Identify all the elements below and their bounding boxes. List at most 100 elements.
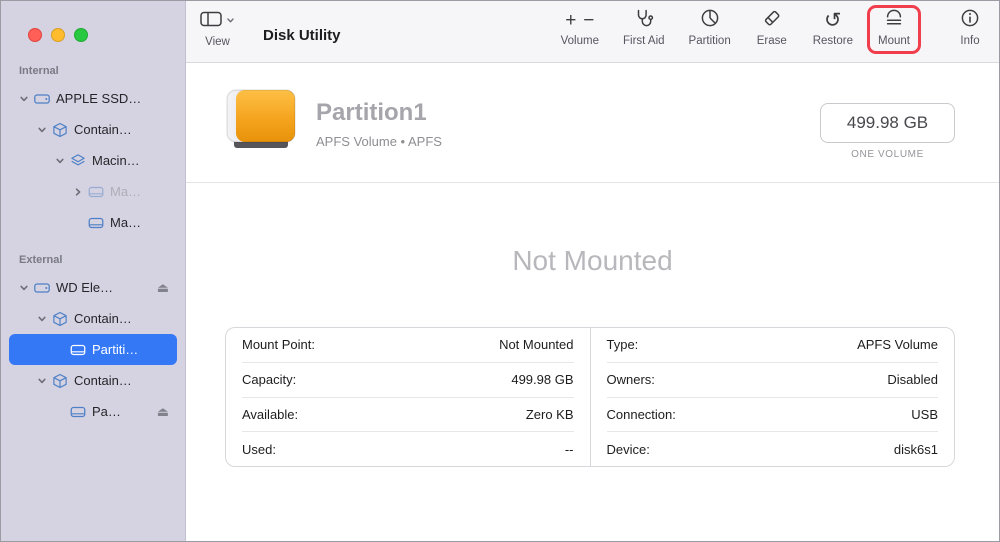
detail-row: Type: APFS Volume bbox=[606, 328, 938, 363]
volume-subtitle: APFS Volume • APFS bbox=[316, 134, 442, 149]
first-aid-button[interactable]: First Aid bbox=[623, 9, 665, 47]
sidebar-item-partition1[interactable]: Partiti… bbox=[9, 334, 177, 365]
detail-value: APFS Volume bbox=[857, 337, 938, 353]
volume-icon bbox=[69, 403, 87, 421]
toolbar-button-label: First Aid bbox=[622, 35, 665, 47]
main-content: Partition1 APFS Volume • APFS 499.98 GB … bbox=[186, 63, 999, 541]
details-column-left: Mount Point: Not Mounted Capacity: 499.9… bbox=[226, 328, 590, 466]
sidebar-item-label: APPLE SSD… bbox=[56, 91, 142, 106]
info-icon bbox=[960, 8, 980, 33]
detail-label: Type: bbox=[606, 337, 639, 353]
detail-value: disk6s1 bbox=[893, 441, 938, 457]
sidebar-item-label: Pa… bbox=[92, 404, 121, 419]
sidebar-item-label: WD Ele… bbox=[56, 280, 114, 295]
sidebar-item-label: Contain… bbox=[74, 373, 132, 388]
sidebar-item-label: Contain… bbox=[74, 311, 132, 326]
chevron-right-icon[interactable] bbox=[73, 187, 87, 197]
sidebar-item-label: Macin… bbox=[92, 153, 140, 168]
volume-header: Partition1 APFS Volume • APFS 499.98 GB … bbox=[186, 63, 999, 182]
toolbar-button-label: Mount bbox=[878, 35, 910, 47]
first-aid-icon bbox=[634, 8, 654, 33]
sidebar-item-apple-ssd[interactable]: APPLE SSD… bbox=[9, 83, 177, 114]
toolbar-button-label: Partition bbox=[688, 35, 731, 47]
chevron-down-icon[interactable] bbox=[37, 376, 51, 386]
minimize-window-button[interactable] bbox=[51, 28, 65, 42]
disk-utility-window: Internal APPLE SSD… Contain… Macin… Ma… bbox=[0, 0, 1000, 542]
capacity-widget: 499.98 GB ONE VOLUME bbox=[820, 103, 955, 160]
detail-label: Capacity: bbox=[242, 372, 297, 388]
sidebar-item-container-3[interactable]: Contain… bbox=[9, 365, 177, 396]
chevron-down-icon[interactable] bbox=[37, 125, 51, 135]
volume-title: Partition1 bbox=[316, 99, 427, 126]
partition-button[interactable]: Partition bbox=[689, 9, 731, 47]
capacity-caption: ONE VOLUME bbox=[851, 149, 924, 160]
eject-icon[interactable]: ⏏ bbox=[157, 280, 169, 296]
details-column-right: Type: APFS Volume Owners: Disabled Conne… bbox=[589, 328, 955, 466]
container-icon bbox=[51, 372, 69, 390]
detail-value: Not Mounted bbox=[499, 337, 574, 353]
sidebar-item-label: Ma… bbox=[110, 215, 142, 230]
window-title: Disk Utility bbox=[263, 27, 341, 44]
sidebar-section-internal: Internal bbox=[19, 65, 59, 77]
mount-button[interactable]: Mount bbox=[867, 5, 921, 54]
detail-value: -- bbox=[564, 441, 574, 457]
sidebar-toggle-icon bbox=[200, 11, 222, 32]
erase-icon bbox=[762, 8, 782, 33]
toolbar-button-label: Erase bbox=[756, 35, 787, 47]
zoom-window-button[interactable] bbox=[74, 28, 88, 42]
chevron-down-icon[interactable] bbox=[19, 283, 33, 293]
header-divider bbox=[186, 182, 999, 183]
view-menu-button[interactable]: View bbox=[200, 10, 235, 48]
detail-row: Device: disk6s1 bbox=[607, 432, 939, 466]
container-icon bbox=[51, 310, 69, 328]
sidebar-item-wd-elements[interactable]: WD Ele… ⏏ bbox=[9, 272, 177, 303]
sidebar-section-external: External bbox=[19, 254, 63, 266]
toolbar-button-label: Restore bbox=[812, 35, 853, 47]
add-volume-icon[interactable]: + bbox=[565, 11, 576, 30]
detail-row: Owners: Disabled bbox=[606, 363, 938, 398]
detail-row: Available: Zero KB bbox=[242, 398, 574, 433]
window-controls bbox=[28, 28, 88, 42]
sidebar-item-macintosh-hd[interactable]: Macin… bbox=[9, 145, 177, 176]
restore-button[interactable]: ↺ Restore bbox=[813, 9, 853, 47]
chevron-down-icon bbox=[226, 12, 235, 30]
container-icon bbox=[51, 121, 69, 139]
erase-button[interactable]: Erase bbox=[755, 9, 789, 47]
toolbar-actions: + − Volume First Aid Partition Erase ↺ R… bbox=[561, 5, 987, 54]
volume-icon bbox=[69, 341, 87, 359]
disk-icon bbox=[33, 90, 51, 108]
toolbar-button-label: View bbox=[205, 36, 230, 48]
chevron-down-icon[interactable] bbox=[19, 94, 33, 104]
detail-label: Device: bbox=[606, 441, 650, 457]
detail-label: Connection: bbox=[606, 406, 676, 422]
mount-icon bbox=[884, 8, 904, 33]
detail-label: Available: bbox=[242, 406, 299, 422]
sidebar-item-label: Contain… bbox=[74, 122, 132, 137]
sidebar-list: Internal APPLE SSD… Contain… Macin… Ma… bbox=[1, 1, 185, 427]
detail-row: Capacity: 499.98 GB bbox=[242, 363, 574, 398]
eject-icon[interactable]: ⏏ bbox=[157, 404, 169, 420]
info-button[interactable]: Info bbox=[953, 9, 987, 47]
detail-row: Used: -- bbox=[242, 432, 574, 466]
close-window-button[interactable] bbox=[28, 28, 42, 42]
sidebar-item-container-2[interactable]: Contain… bbox=[9, 303, 177, 334]
sidebar-item-macintosh-volume[interactable]: Ma… bbox=[9, 176, 177, 207]
sidebar: Internal APPLE SSD… Contain… Macin… Ma… bbox=[1, 1, 186, 541]
external-drive-icon bbox=[224, 88, 298, 155]
remove-volume-icon[interactable]: − bbox=[583, 11, 594, 30]
volume-button[interactable]: + − Volume bbox=[561, 9, 599, 47]
volume-icon bbox=[87, 214, 105, 232]
sidebar-item-macintosh-data[interactable]: Ma… bbox=[9, 207, 177, 238]
detail-row: Connection: USB bbox=[606, 398, 938, 433]
detail-label: Owners: bbox=[606, 372, 655, 388]
details-table: Mount Point: Not Mounted Capacity: 499.9… bbox=[225, 327, 955, 467]
chevron-down-icon[interactable] bbox=[37, 314, 51, 324]
detail-row: Mount Point: Not Mounted bbox=[242, 328, 574, 363]
detail-value: USB bbox=[911, 406, 938, 422]
chevron-down-icon[interactable] bbox=[55, 156, 69, 166]
detail-label: Mount Point: bbox=[242, 337, 315, 353]
sidebar-item-container-1[interactable]: Contain… bbox=[9, 114, 177, 145]
toolbar-button-label: Info bbox=[960, 35, 980, 47]
sidebar-item-partition-2[interactable]: Pa… ⏏ bbox=[9, 396, 177, 427]
